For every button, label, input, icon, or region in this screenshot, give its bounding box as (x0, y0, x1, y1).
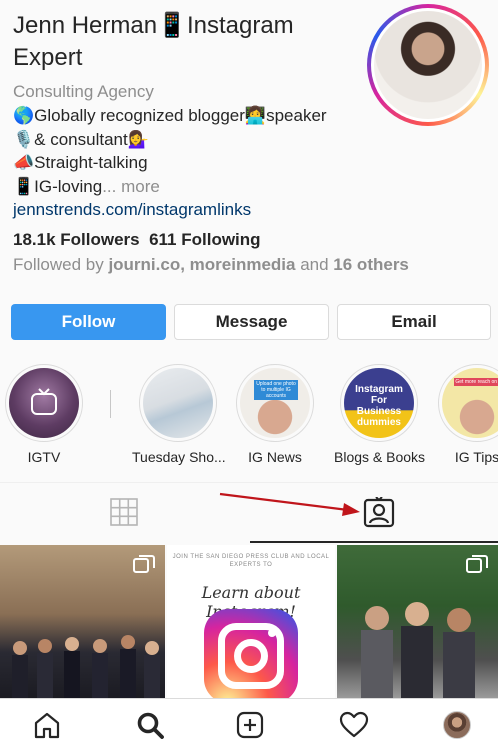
profile-name: Jenn Herman📱Instagram Expert (13, 12, 294, 71)
search-icon (137, 712, 164, 739)
grid-icon (110, 498, 138, 526)
email-button[interactable]: Email (337, 304, 491, 340)
profile-stats: 18.1k Followers 611 Following (13, 230, 261, 250)
post-photo-content (361, 602, 475, 698)
highlight-tuesday-shoes[interactable]: Tuesday Sho... (132, 364, 226, 465)
igtv-logo-icon (31, 388, 57, 415)
bottom-navigation (0, 698, 498, 752)
highlight-thumb: Get more reach on IG w... (442, 368, 498, 438)
followed-by-names: journi.co, moreinmedia (108, 255, 296, 274)
profile-website-link[interactable]: jennstrends.com/instagramlinks (13, 200, 251, 220)
tagged-user-icon (363, 496, 395, 528)
tab-posts-grid[interactable] (110, 498, 138, 531)
highlight-thumb: Upload one photo to multiple IG accounts (240, 368, 310, 438)
nav-profile[interactable] (443, 711, 471, 739)
annotation-arrow (219, 492, 360, 516)
bio-line: 🌎Globally recognized blogger👩‍💻speaker (13, 106, 327, 125)
active-tab-indicator (250, 541, 498, 543)
heart-icon (339, 711, 369, 738)
post-thumbnail[interactable] (337, 545, 498, 698)
avatar-photo (374, 11, 482, 119)
bio-line: 🎙️& consultant💁‍♀️ (13, 129, 149, 149)
tab-tagged[interactable] (363, 496, 395, 534)
following-count[interactable]: 611 Following (149, 230, 260, 249)
profile-avatar-icon (443, 711, 471, 739)
instagram-logo-icon (204, 609, 298, 698)
post-thumbnail[interactable] (0, 545, 165, 698)
highlight-label: IG News (248, 449, 302, 465)
highlight-label: Tuesday Sho... (132, 449, 226, 465)
post-caption-small: JOIN THE SAN DIEGO PRESS CLUB AND LOCAL … (172, 554, 330, 568)
profile-bio: 🌎Globally recognized blogger👩‍💻speaker 🎙… (13, 104, 327, 198)
highlight-thumb (143, 368, 213, 438)
profile-avatar[interactable] (367, 4, 489, 126)
highlight-thumb (9, 368, 79, 438)
nav-add-post[interactable] (236, 711, 264, 744)
post-thumbnail[interactable]: JOIN THE SAN DIEGO PRESS CLUB AND LOCAL … (167, 545, 335, 698)
highlight-ig-tips[interactable]: Get more reach on IG w... IG Tips (438, 364, 498, 465)
highlight-igtv[interactable]: IGTV (4, 364, 84, 465)
nav-home[interactable] (33, 711, 61, 744)
bio-line: 📱IG-loving (13, 176, 103, 196)
post-photo-content (12, 635, 160, 698)
highlight-blogs-books[interactable]: Instagram For Business dummies Blogs & B… (334, 364, 426, 465)
highlight-divider (110, 390, 111, 418)
followers-count[interactable]: 18.1k Followers (13, 230, 140, 249)
highlight-label: IGTV (27, 449, 61, 465)
followed-by[interactable]: Followed by journi.co, moreinmedia and 1… (13, 255, 409, 275)
followed-by-others: 16 others (333, 255, 409, 274)
bio-line: 📣Straight-talking (13, 153, 148, 172)
highlight-label: IG Tips (454, 449, 498, 465)
home-icon (34, 712, 60, 739)
multiple-photos-icon (466, 555, 488, 573)
profile-category: Consulting Agency (13, 82, 154, 101)
nav-search[interactable] (136, 711, 164, 744)
highlight-thumb: Instagram For Business dummies (344, 368, 414, 438)
message-button[interactable]: Message (174, 304, 329, 340)
tabs-divider (0, 482, 498, 483)
multiple-photos-icon (133, 555, 155, 573)
add-post-icon (236, 711, 264, 739)
highlight-label: Blogs & Books (334, 449, 426, 465)
follow-button[interactable]: Follow (11, 304, 166, 340)
bio-more-link[interactable]: ... more (102, 177, 160, 196)
highlight-ig-news[interactable]: Upload one photo to multiple IG accounts… (235, 364, 315, 465)
nav-activity[interactable] (339, 711, 369, 744)
